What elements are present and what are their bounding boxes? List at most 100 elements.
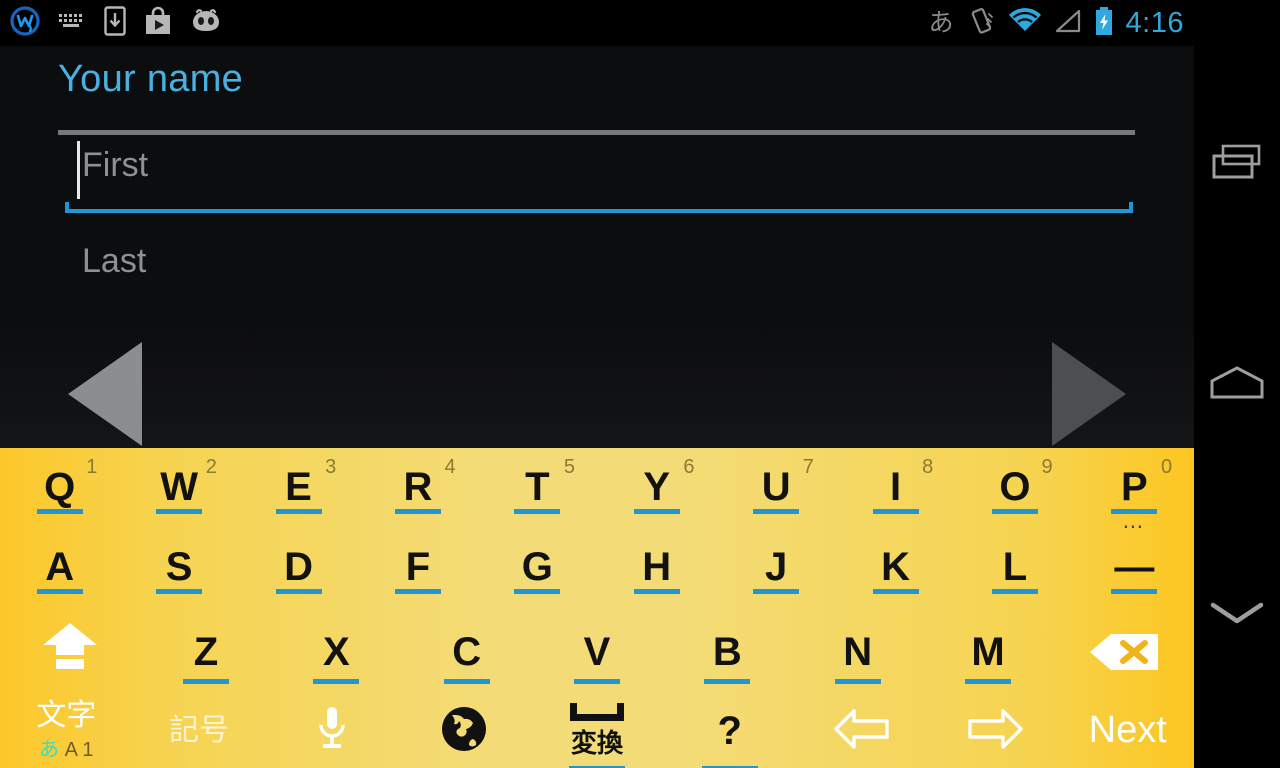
system-navigation-bar — [1194, 0, 1280, 768]
key-p[interactable]: 0 P… — [1075, 448, 1194, 532]
page-title: Your name — [58, 58, 244, 100]
symbol-key[interactable]: 記号 — [133, 694, 266, 768]
key-e[interactable]: 3E — [239, 448, 358, 528]
key-k-underline — [872, 589, 919, 594]
key-h[interactable]: H — [597, 528, 716, 608]
nav-previous-button[interactable] — [68, 342, 142, 446]
ime-indicator-icon: あ — [928, 8, 954, 37]
key-v-underline — [573, 679, 620, 684]
arrow-right-icon — [965, 707, 1025, 756]
key-r[interactable]: 4R — [358, 448, 477, 528]
key-dash[interactable]: — — [1075, 528, 1194, 608]
key-l-underline — [991, 589, 1038, 594]
cursor-right-key[interactable] — [929, 694, 1062, 768]
key-g[interactable]: G — [478, 528, 597, 608]
keyboard-row-1: 1Q 2W 3E 4R 5T 6Y 7U 8I 9O 0 P… — [0, 448, 1194, 532]
key-y[interactable]: 6Y — [597, 448, 716, 528]
key-y-label: Y — [643, 465, 671, 509]
key-w-label: W — [160, 465, 198, 509]
key-t[interactable]: 5T — [478, 448, 597, 528]
key-n[interactable]: N — [793, 608, 923, 694]
key-w-underline — [156, 509, 203, 514]
android-screen: あ 4:16 Your name First Last 1 Q 2 W 3 E … — [0, 0, 1280, 768]
key-c[interactable]: C — [401, 608, 531, 694]
character-mode-kana: あ — [39, 739, 60, 762]
key-m-label: M — [971, 630, 1005, 674]
key-k[interactable]: K — [836, 528, 955, 608]
keyboard-row-2: A S D F G H J K L — — [0, 528, 1194, 608]
key-a[interactable]: A — [0, 528, 119, 608]
first-name-underline — [65, 202, 1133, 213]
key-d[interactable]: D — [239, 528, 358, 608]
key-r-number: 4 — [444, 456, 456, 478]
key-t-number: 5 — [563, 456, 576, 478]
key-b[interactable]: B — [662, 608, 792, 694]
shift-key[interactable] — [0, 608, 141, 694]
key-v[interactable]: V — [532, 608, 662, 694]
app-download-icon — [104, 5, 126, 41]
last-name-placeholder: Last — [82, 242, 147, 280]
backspace-icon — [1087, 631, 1161, 678]
key-q[interactable]: 1Q — [0, 448, 119, 528]
key-f[interactable]: F — [358, 528, 477, 608]
backspace-key[interactable] — [1053, 608, 1194, 694]
signal-icon — [1054, 8, 1082, 39]
character-mode-key[interactable]: 文字 あ A 1 — [0, 694, 133, 768]
key-c-label: C — [452, 630, 482, 674]
key-i-label: I — [889, 465, 902, 509]
key-x-label: X — [322, 630, 350, 674]
key-dash-label: — — [1114, 545, 1155, 589]
key-b-underline — [704, 679, 751, 684]
key-b-label: B — [712, 630, 742, 674]
key-g-underline — [514, 589, 561, 594]
key-f-label: F — [405, 545, 431, 589]
character-mode-sublabel: あ A 1 — [36, 733, 96, 762]
nav-recents-button[interactable] — [1194, 120, 1280, 210]
voice-input-key[interactable] — [265, 694, 398, 768]
key-x[interactable]: X — [271, 608, 401, 694]
key-x-underline — [313, 679, 360, 684]
form-content-area: Your name First Last — [0, 46, 1194, 448]
keyboard-row-3: Z X C V B N M — [0, 608, 1194, 694]
key-d-underline — [275, 589, 322, 594]
key-y-number: 6 — [683, 456, 695, 478]
next-key[interactable]: Next — [1061, 694, 1194, 768]
key-a-underline — [36, 589, 83, 594]
nav-hide-keyboard-button[interactable] — [1194, 570, 1280, 660]
nav-next-button[interactable] — [1052, 342, 1126, 446]
keyboard-icon — [57, 9, 87, 38]
text-caret — [77, 141, 80, 199]
key-e-underline — [275, 509, 322, 514]
space-key-label: 変換 — [571, 727, 624, 758]
key-w[interactable]: 2W — [119, 448, 238, 528]
key-s[interactable]: S — [119, 528, 238, 608]
key-e-number: 3 — [325, 456, 337, 478]
shift-arrow-icon — [39, 621, 101, 676]
space-key[interactable]: 変換 — [531, 694, 664, 768]
key-r-underline — [394, 509, 441, 514]
chevron-down-icon — [1208, 598, 1266, 633]
w-app-icon — [10, 5, 40, 41]
status-bar-system: あ 4:16 — [929, 0, 1184, 46]
key-i[interactable]: 8I — [836, 448, 955, 528]
key-z[interactable]: Z — [141, 608, 271, 694]
key-j-underline — [753, 589, 800, 594]
arrow-left-icon — [832, 707, 892, 756]
key-l[interactable]: L — [955, 528, 1074, 608]
key-n-underline — [834, 679, 881, 684]
key-h-label: H — [642, 545, 672, 589]
key-f-underline — [394, 589, 441, 594]
language-switch-key[interactable] — [398, 694, 531, 768]
key-m[interactable]: M — [923, 608, 1053, 694]
vibrate-icon — [966, 6, 996, 41]
key-j[interactable]: J — [716, 528, 835, 608]
question-mark-label: ? — [717, 709, 742, 753]
cursor-left-key[interactable] — [796, 694, 929, 768]
home-icon — [1208, 364, 1266, 407]
nav-home-button[interactable] — [1194, 340, 1280, 430]
key-u[interactable]: 7U — [716, 448, 835, 528]
key-k-label: K — [881, 545, 910, 589]
key-o[interactable]: 9O — [955, 448, 1074, 528]
question-mark-key[interactable]: ? — [663, 694, 796, 768]
key-s-underline — [156, 589, 203, 594]
